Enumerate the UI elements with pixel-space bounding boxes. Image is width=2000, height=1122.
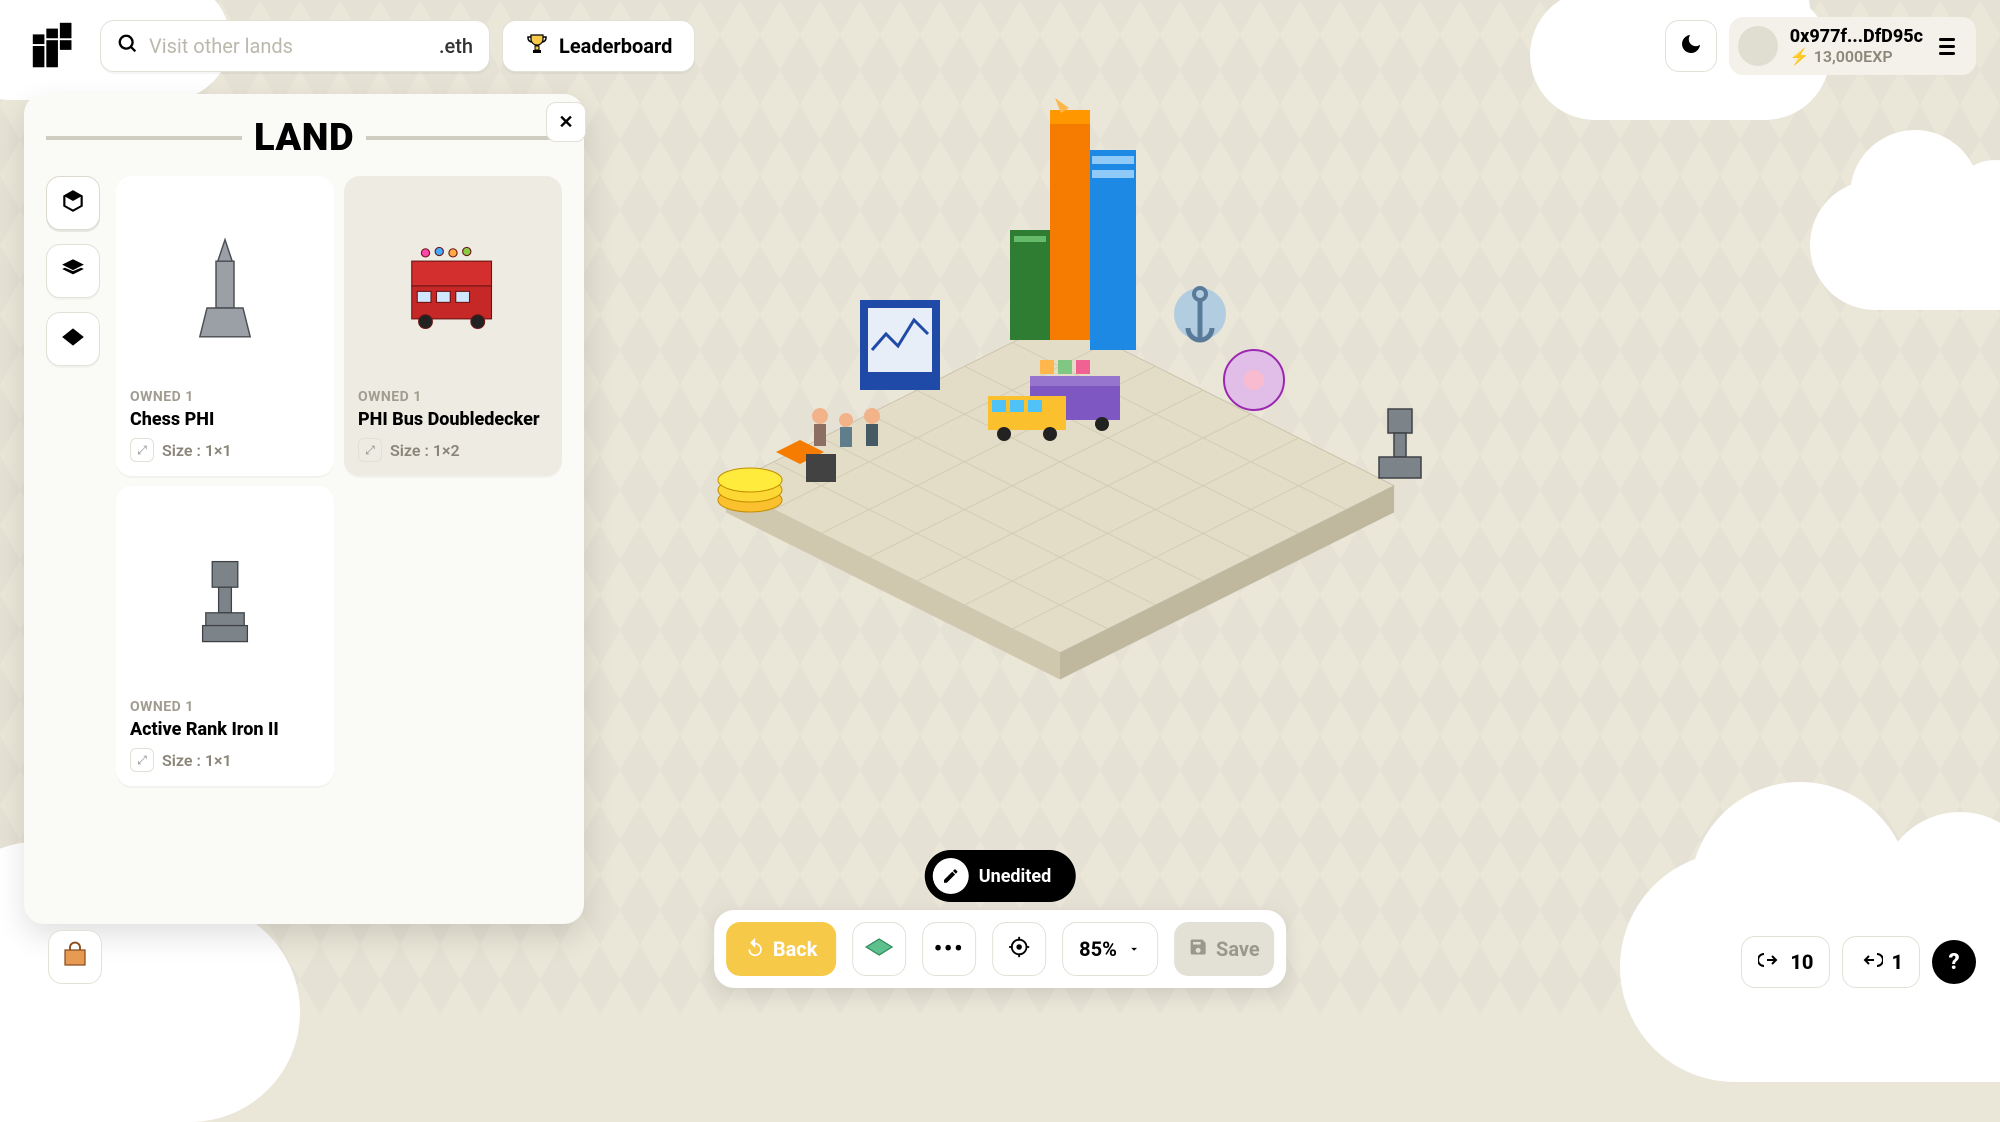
- bolt-icon: ⚡: [1790, 47, 1810, 66]
- top-bar: .eth Leaderboard 0x977f...DfD95c ⚡ 13,00…: [24, 16, 1976, 76]
- item-name: PHI Bus Doubledecker: [358, 409, 548, 430]
- account-chip[interactable]: 0x977f...DfD95c ⚡ 13,000EXP: [1729, 17, 1976, 75]
- links-in-value: 10: [1790, 950, 1813, 974]
- isometric-land-view[interactable]: [650, 80, 1470, 700]
- item-thumbnail: [130, 190, 320, 389]
- close-panel-button[interactable]: ✕: [546, 102, 586, 142]
- save-button[interactable]: Save: [1174, 922, 1274, 976]
- item-size: Size : 1×2: [390, 441, 460, 460]
- ground-tile-button[interactable]: [852, 922, 906, 976]
- trophy-icon: [525, 32, 549, 61]
- edit-status-label: Unedited: [979, 866, 1052, 887]
- save-icon: [1188, 937, 1208, 962]
- menu-icon[interactable]: [1935, 38, 1959, 55]
- link-out-icon: [1859, 948, 1883, 977]
- size-icon: ⤢: [130, 438, 154, 462]
- links-in-chip[interactable]: 10: [1741, 936, 1830, 988]
- diamond-icon: [60, 324, 86, 354]
- question-icon: ?: [1948, 950, 1959, 975]
- item-name: Chess PHI: [130, 409, 320, 430]
- back-button[interactable]: Back: [726, 922, 836, 976]
- inventory-bag-button[interactable]: [48, 930, 102, 984]
- group-of-people[interactable]: [800, 396, 910, 476]
- size-icon: ⤢: [358, 438, 382, 462]
- item-owned-label: OWNED 1: [130, 699, 320, 715]
- back-label: Back: [773, 937, 818, 961]
- land-panel-title: LAND: [254, 116, 354, 160]
- land-panel: LAND OWNED 1 Chess PHI: [24, 94, 584, 924]
- edit-status-pill[interactable]: Unedited: [925, 850, 1076, 902]
- item-owned-label: OWNED 1: [358, 389, 548, 405]
- item-name: Active Rank Iron II: [130, 719, 320, 740]
- rule-decoration: [46, 136, 242, 140]
- exp-value: 13,000EXP: [1814, 47, 1893, 66]
- search-suffix: .eth: [439, 34, 473, 58]
- item-card-chess-phi[interactable]: OWNED 1 Chess PHI ⤢ Size : 1×1: [116, 176, 334, 476]
- leaderboard-button[interactable]: Leaderboard: [502, 20, 695, 72]
- item-card-active-rank[interactable]: OWNED 1 Active Rank Iron II ⤢ Size : 1×1: [116, 486, 334, 786]
- save-label: Save: [1216, 937, 1260, 961]
- cloud-decoration: [0, 902, 300, 1122]
- dark-mode-toggle[interactable]: [1665, 20, 1717, 72]
- layers-icon: [60, 256, 86, 286]
- search-box[interactable]: .eth: [100, 20, 490, 72]
- size-icon: ⤢: [130, 748, 154, 772]
- cloud-decoration: [1810, 180, 2000, 310]
- tab-layers[interactable]: [46, 244, 100, 298]
- search-icon: [117, 33, 139, 59]
- more-button[interactable]: •••: [922, 922, 976, 976]
- tile-icon: [864, 937, 894, 962]
- dots-icon: •••: [934, 937, 964, 962]
- search-input[interactable]: [139, 34, 439, 58]
- bottom-right-stats: 10 1 ?: [1741, 936, 1976, 988]
- item-owned-label: OWNED 1: [130, 389, 320, 405]
- item-thumbnail: [130, 500, 320, 699]
- rule-decoration: [366, 136, 562, 140]
- item-size: Size : 1×1: [162, 441, 232, 460]
- green-tower[interactable]: [1000, 220, 1070, 350]
- pencil-icon: [933, 858, 969, 894]
- help-button[interactable]: ?: [1932, 940, 1976, 984]
- avatar: [1738, 26, 1778, 66]
- item-thumbnail: [358, 190, 548, 389]
- links-out-value: 1: [1891, 950, 1903, 974]
- center-view-button[interactable]: [992, 922, 1046, 976]
- cube-icon: [60, 188, 86, 218]
- moon-icon: [1679, 32, 1703, 60]
- zoom-selector[interactable]: 85%: [1062, 922, 1158, 976]
- link-in-icon: [1758, 948, 1782, 977]
- target-icon: [1008, 936, 1030, 963]
- item-size: Size : 1×1: [162, 751, 232, 770]
- undo-icon: [745, 937, 765, 962]
- bag-icon: [60, 940, 90, 974]
- item-card-phi-bus[interactable]: OWNED 1 PHI Bus Doubledecker ⤢ Size : 1×…: [344, 176, 562, 476]
- leaderboard-label: Leaderboard: [559, 34, 672, 58]
- close-icon: ✕: [558, 112, 573, 133]
- chevron-down-icon: [1127, 937, 1141, 961]
- chess-piece-right[interactable]: [1370, 400, 1430, 490]
- tab-objects[interactable]: [46, 176, 100, 230]
- zoom-value: 85%: [1079, 937, 1117, 961]
- tab-ground[interactable]: [46, 312, 100, 366]
- account-address: 0x977f...DfD95c: [1790, 26, 1923, 47]
- links-out-chip[interactable]: 1: [1842, 936, 1920, 988]
- blue-tower[interactable]: [1070, 130, 1170, 370]
- logo-icon[interactable]: [24, 14, 88, 78]
- yellow-bus[interactable]: [980, 380, 1080, 450]
- pink-disc[interactable]: [1210, 330, 1310, 450]
- bottom-toolbar: Back ••• 85% Save: [714, 910, 1286, 988]
